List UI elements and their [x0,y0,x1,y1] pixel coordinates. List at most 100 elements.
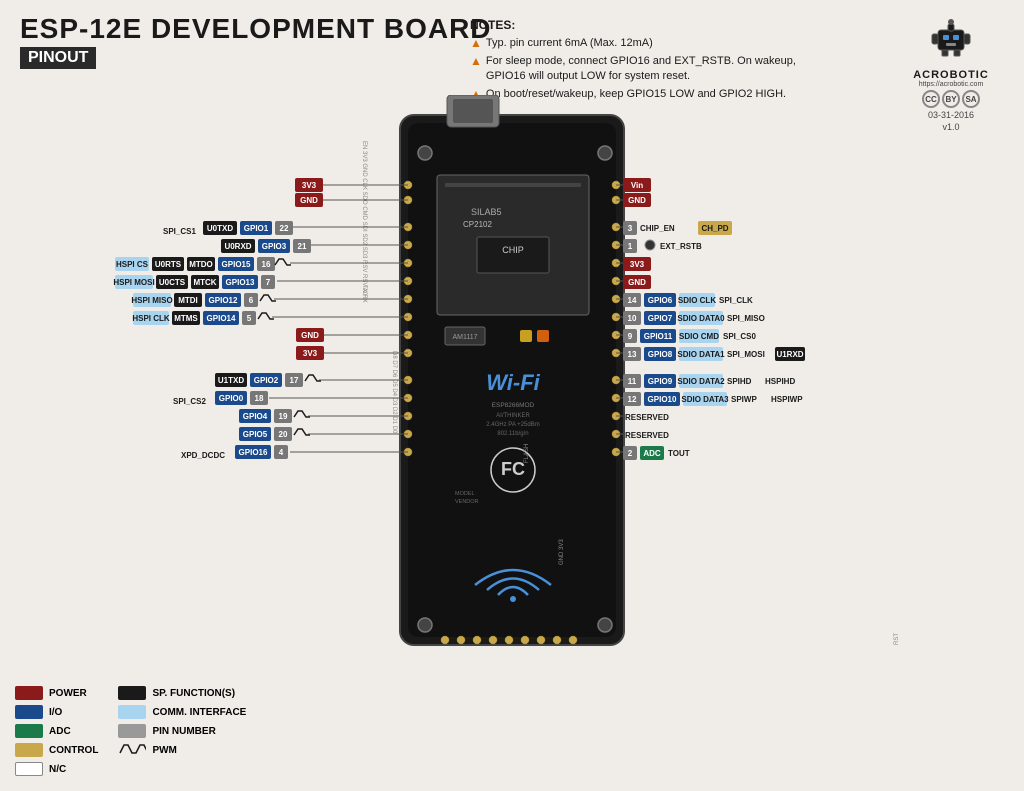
svg-text:ADC: ADC [643,449,661,458]
svg-text:SPI_CS0: SPI_CS0 [723,332,756,341]
svg-text:SPI_MOSI: SPI_MOSI [727,350,765,359]
svg-text:SPIWP: SPIWP [731,395,757,404]
legend-comm: COMM. INTERFACE [118,705,246,719]
legend-adc-box [15,724,43,738]
svg-text:1: 1 [628,242,633,251]
svg-text:CH_PD: CH_PD [701,224,728,233]
svg-text:20: 20 [279,430,288,439]
svg-text:13: 13 [628,350,637,359]
svg-text:RESERVED: RESERVED [625,413,669,422]
svg-text:RESERVED: RESERVED [625,431,669,440]
svg-text:4: 4 [279,448,284,457]
svg-text:HSPI CS: HSPI CS [116,260,149,269]
svg-text:GPIO3: GPIO3 [262,242,287,251]
svg-text:MTDO: MTDO [189,260,213,269]
legend-pinnum-label: PIN NUMBER [152,726,215,737]
svg-text:9: 9 [628,332,633,341]
svg-text:XPD_DCDC: XPD_DCDC [181,451,225,460]
svg-text:GPIO9: GPIO9 [648,377,673,386]
page: ESP-12E DEVELOPMENT BOARD PINOUT NOTES: … [0,0,1024,791]
svg-text:AI/THINKER: AI/THINKER [496,413,530,419]
svg-text:SDIO DATA0: SDIO DATA0 [677,314,725,323]
legend-comm-box [118,705,146,719]
note-1: ▲ Typ. pin current 6mA (Max. 12mA) [470,36,810,50]
note-text-1: Typ. pin current 6mA (Max. 12mA) [486,36,653,50]
svg-text:ESP8266MOD: ESP8266MOD [492,402,535,409]
svg-text:GPIO15: GPIO15 [222,260,251,269]
svg-text:U1RXD: U1RXD [776,350,803,359]
svg-text:GPIO11: GPIO11 [644,332,673,341]
svg-text:GND: GND [628,196,646,205]
svg-text:5: 5 [247,314,252,323]
svg-text:D8 D7 D6 D5 D4 D3 D2 D1 D0: D8 D7 D6 D5 D4 D3 D2 D1 D0 [391,351,397,434]
svg-text:10: 10 [628,314,637,323]
svg-text:2.4GHz PA +25dBm: 2.4GHz PA +25dBm [486,422,539,428]
note-text-2: For sleep mode, connect GPIO16 and EXT_R… [486,54,810,83]
svg-text:U0RXD: U0RXD [224,242,251,251]
svg-text:SDIO DATA3: SDIO DATA3 [681,395,729,404]
svg-text:3: 3 [628,224,633,233]
svg-text:3V3: 3V3 [630,260,645,269]
legend-spfn: SP. FUNCTION(S) [118,686,246,700]
legend-ctrl: CONTROL [15,743,98,757]
svg-text:11: 11 [628,377,637,386]
svg-text:MTCK: MTCK [193,278,216,287]
svg-text:HSPIHD: HSPIHD [765,377,795,386]
svg-text:18: 18 [255,394,264,403]
svg-text:GND: GND [628,278,646,287]
svg-text:GPIO4: GPIO4 [243,412,268,421]
legend-spfn-label: SP. FUNCTION(S) [152,688,235,699]
svg-text:GND: GND [300,196,318,205]
warning-icon-1: ▲ [470,36,482,50]
warning-icon-2: ▲ [470,54,482,68]
svg-text:22: 22 [280,224,289,233]
svg-text:SPI_MISO: SPI_MISO [727,314,765,323]
svg-text:TOUT: TOUT [668,449,690,458]
svg-text:16: 16 [262,260,271,269]
legend-nc-label: N/C [49,764,66,775]
svg-text:CP2102: CP2102 [463,220,492,229]
svg-text:SDIO DATA2: SDIO DATA2 [677,377,725,386]
svg-text:Vin: Vin [631,181,643,190]
svg-text:SPI_CS1: SPI_CS1 [163,227,196,236]
legend-adc: ADC [15,724,98,738]
svg-text:GPIO16: GPIO16 [239,448,268,457]
legend-col-2: SP. FUNCTION(S) COMM. INTERFACE PIN NUMB… [118,686,246,757]
svg-text:VENDOR: VENDOR [455,499,479,505]
svg-text:GPIO14: GPIO14 [207,314,236,323]
svg-text:CHIP_EN: CHIP_EN [640,224,675,233]
legend-col-1: POWER I/O ADC CONTROL N/C [15,686,98,776]
robot-icon [926,12,976,62]
svg-text:EXT_RSTB: EXT_RSTB [660,242,702,251]
svg-text:GPIO5: GPIO5 [243,430,268,439]
legend-spfn-box [118,686,146,700]
svg-text:6: 6 [249,296,254,305]
svg-text:7: 7 [266,278,271,287]
legend-power-label: POWER [49,688,87,699]
svg-text:EN 3V3 GND CLK SDO CMD SDI SD2: EN 3V3 GND CLK SDO CMD SDI SD2 SD3 RSV R… [361,141,367,296]
svg-text:AM1117: AM1117 [452,334,477,341]
legend: POWER I/O ADC CONTROL N/C SP. FUNCT [15,686,246,776]
svg-text:GND 3V3: GND 3V3 [559,539,565,565]
page-title: ESP-12E DEVELOPMENT BOARD [20,15,492,43]
svg-text:RST: RST [894,633,900,645]
legend-io-box [15,705,43,719]
legend-adc-label: ADC [49,726,71,737]
svg-text:HSPI CLK: HSPI CLK [132,314,170,323]
svg-text:FLASH: FLASH [524,444,530,463]
legend-power: POWER [15,686,98,700]
svg-text:GPIO10: GPIO10 [648,395,677,404]
legend-pinnum-box [118,724,146,738]
svg-text:12: 12 [628,395,637,404]
svg-text:U0CTS: U0CTS [159,278,186,287]
legend-io: I/O [15,705,98,719]
svg-text:SDIO CLK: SDIO CLK [678,296,716,305]
svg-text:GPIO1: GPIO1 [244,224,269,233]
svg-text:GPIO8: GPIO8 [648,350,673,359]
svg-text:HSPI MISO: HSPI MISO [131,296,172,305]
svg-text:SPIHD: SPIHD [727,377,752,386]
svg-text:2: 2 [628,449,633,458]
svg-text:SDIO CMD: SDIO CMD [679,332,719,341]
svg-text:3V3: 3V3 [303,349,318,358]
legend-nc-box [15,762,43,776]
